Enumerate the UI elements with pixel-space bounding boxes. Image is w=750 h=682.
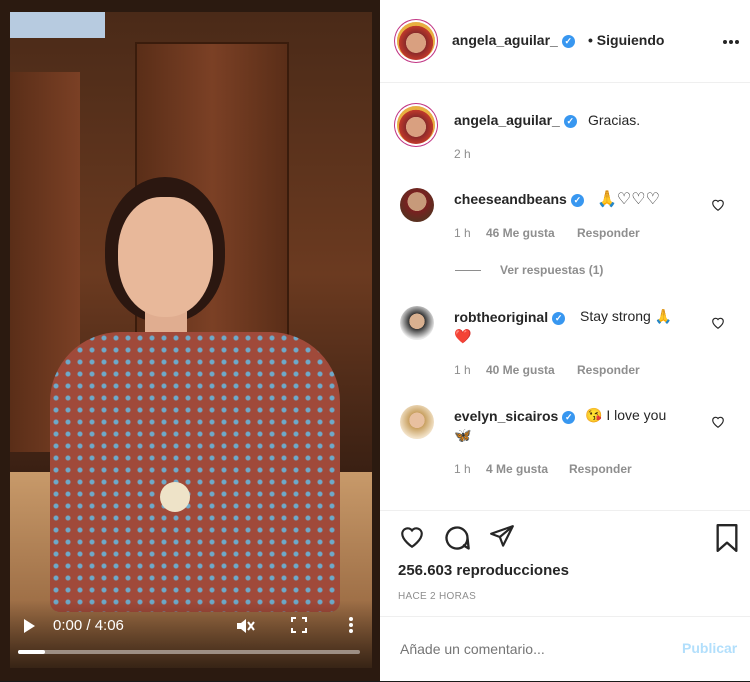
comment-time: 1 h <box>454 363 471 377</box>
video-player[interactable]: 0:00 / 4:06 <box>0 0 380 681</box>
more-vertical-icon[interactable] <box>348 616 354 634</box>
post-timestamp: HACE 2 HORAS <box>398 591 477 602</box>
author-avatar[interactable] <box>397 22 435 60</box>
comment-text: 🙏♡♡♡ <box>597 191 660 208</box>
video-progress-bar[interactable] <box>18 650 360 654</box>
caption-username[interactable]: angela_aguilar_ ✓ <box>454 112 577 128</box>
verified-icon: ✓ <box>552 311 566 325</box>
more-options-icon[interactable] <box>722 39 740 45</box>
person-shirt <box>50 332 340 612</box>
replies-divider <box>455 270 481 271</box>
person-face <box>118 197 213 317</box>
caption-author-avatar[interactable] <box>397 106 435 144</box>
post-header: angela_aguilar_ ✓ • Siguiendo <box>380 0 750 83</box>
comment-text: 😘 I love you <box>585 407 667 423</box>
follow-status[interactable]: • Siguiendo <box>588 32 664 48</box>
like-comment-icon[interactable] <box>711 415 725 429</box>
video-progress-fill <box>18 650 46 654</box>
verified-icon: ✓ <box>563 114 577 128</box>
comment-text-line2: 🦋 <box>454 427 472 443</box>
view-count[interactable]: 256.603 reproducciones <box>398 562 569 579</box>
post-actions: 256.603 reproducciones HACE 2 HORAS <box>380 510 750 616</box>
comment-time: 1 h <box>454 226 471 240</box>
like-comment-icon[interactable] <box>711 198 725 212</box>
verified-icon: ✓ <box>561 34 575 48</box>
caption-time: 2 h <box>454 147 471 161</box>
comment-time: 1 h <box>454 462 471 476</box>
commenter-avatar[interactable] <box>400 188 434 222</box>
comment-likes[interactable]: 46 Me gusta <box>486 226 555 240</box>
view-replies-button[interactable]: Ver respuestas (1) <box>500 263 603 277</box>
like-comment-icon[interactable] <box>711 316 725 330</box>
reply-button[interactable]: Responder <box>569 462 632 476</box>
comment-box: Publicar <box>380 616 750 682</box>
commenter-avatar[interactable] <box>400 306 434 340</box>
author-username[interactable]: angela_aguilar_ ✓ <box>452 32 575 48</box>
comment-username[interactable]: cheeseandbeans ✓ <box>454 191 584 207</box>
comment-username[interactable]: robtheoriginal ✓ <box>454 309 566 325</box>
window-image <box>10 12 105 38</box>
comment-likes[interactable]: 40 Me gusta <box>486 363 555 377</box>
commenter-avatar[interactable] <box>400 405 434 439</box>
publish-button[interactable]: Publicar <box>682 640 737 656</box>
caption-text: Gracias. <box>588 112 641 128</box>
comment-text-line2: ❤️ <box>454 328 472 344</box>
share-icon[interactable] <box>488 524 516 550</box>
video-time: 0:00 / 4:06 <box>53 617 124 634</box>
fullscreen-icon[interactable] <box>291 617 307 633</box>
comment-username[interactable]: evelyn_sicairos ✓ <box>454 408 576 424</box>
pendant-image <box>160 482 190 512</box>
verified-icon: ✓ <box>570 193 584 207</box>
comment-input[interactable] <box>398 637 662 661</box>
mute-icon[interactable] <box>235 616 255 636</box>
comment-icon[interactable] <box>443 524 471 552</box>
comment-likes[interactable]: 4 Me gusta <box>486 462 548 476</box>
post-panel: angela_aguilar_ ✓ • Siguiendo angela_agui… <box>380 0 750 681</box>
video-frame[interactable] <box>10 12 372 668</box>
like-icon[interactable] <box>398 524 426 550</box>
verified-icon: ✓ <box>562 410 576 424</box>
comment-text: Stay strong 🙏 <box>580 308 673 324</box>
play-icon[interactable] <box>22 618 36 634</box>
reply-button[interactable]: Responder <box>577 226 640 240</box>
save-icon[interactable] <box>715 524 739 552</box>
reply-button[interactable]: Responder <box>577 363 640 377</box>
video-controls: 0:00 / 4:06 <box>10 600 372 668</box>
